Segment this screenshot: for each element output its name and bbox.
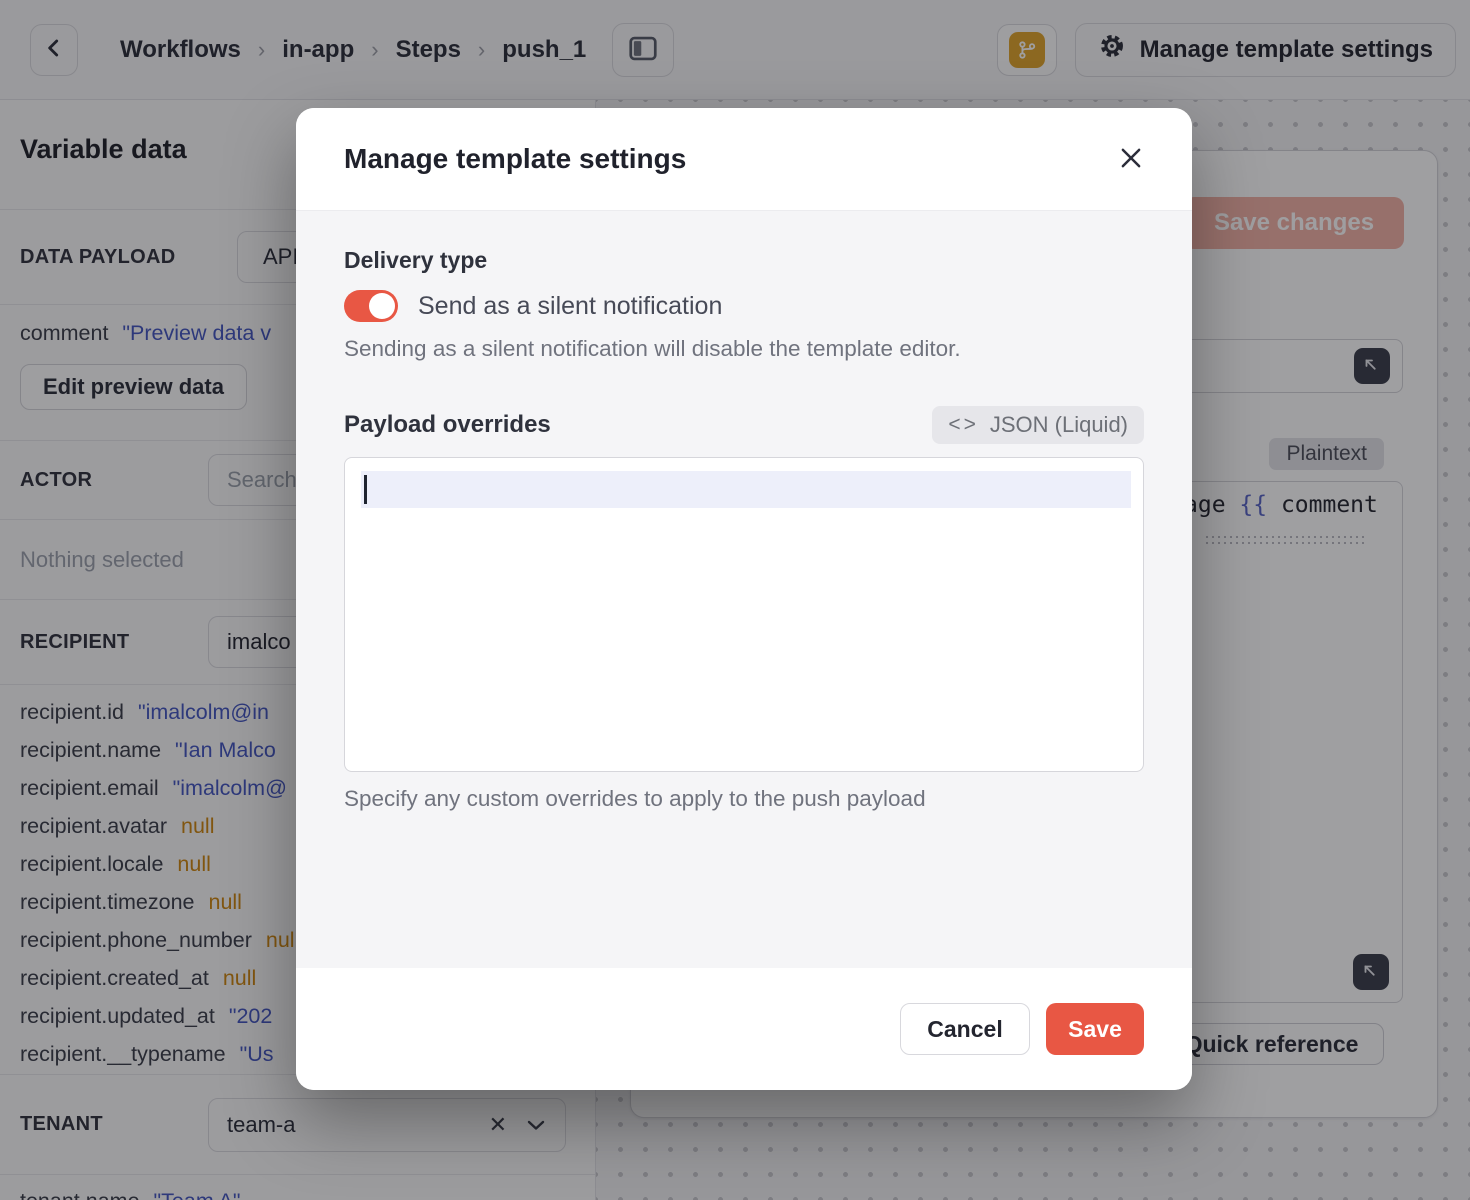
cancel-button[interactable]: Cancel (900, 1003, 1030, 1055)
editor-active-line (361, 471, 1131, 508)
modal-footer: Cancel Save (296, 968, 1192, 1090)
silent-notification-toggle-label: Send as a silent notification (418, 292, 722, 321)
modal-header: Manage template settings (296, 108, 1192, 210)
json-liquid-badge-label: JSON (Liquid) (990, 412, 1128, 438)
code-icon: <> (948, 413, 979, 437)
silent-notification-toggle[interactable] (344, 290, 398, 322)
text-cursor (364, 475, 367, 504)
save-button[interactable]: Save (1046, 1003, 1144, 1055)
payload-helper-text: Specify any custom overrides to apply to… (344, 786, 1144, 812)
modal-title: Manage template settings (344, 143, 686, 175)
payload-overrides-editor[interactable] (344, 457, 1144, 772)
close-button[interactable] (1116, 143, 1146, 176)
payload-overrides-heading: Payload overrides (344, 411, 551, 439)
toggle-knob (369, 293, 395, 319)
json-liquid-badge: <> JSON (Liquid) (932, 406, 1144, 444)
delivery-helper-text: Sending as a silent notification will di… (344, 336, 1144, 362)
close-icon (1116, 143, 1146, 176)
manage-template-settings-modal: Manage template settings Delivery type S… (296, 108, 1192, 1090)
modal-body: Delivery type Send as a silent notificat… (296, 210, 1192, 968)
delivery-type-heading: Delivery type (344, 247, 1144, 274)
